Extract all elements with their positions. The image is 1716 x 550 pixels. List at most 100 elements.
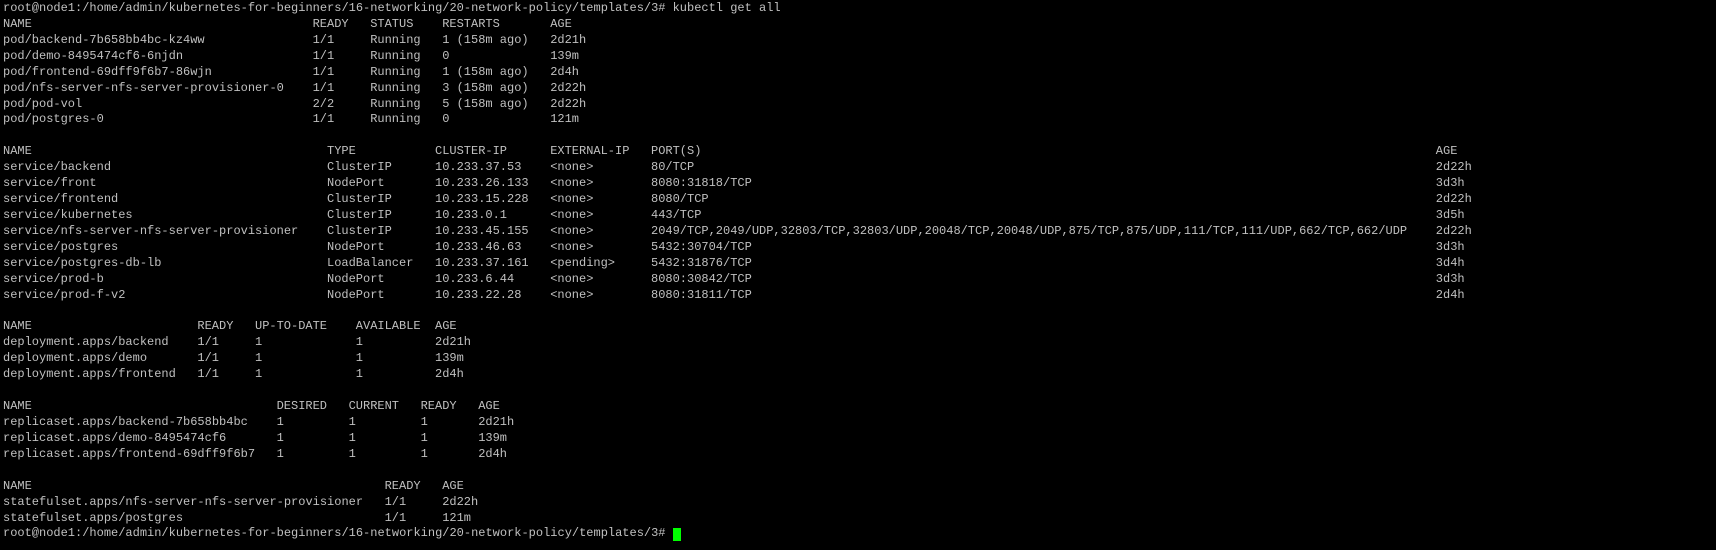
statefulsets-table-cell: 121m [442, 510, 471, 525]
services-table-cell: 10.233.26.133 [435, 176, 529, 191]
services-table-cell: <pending> [550, 255, 615, 270]
services-table-cell: NodePort [327, 239, 385, 254]
shell-prompt: root@node1:/home/admin/kubernetes-for-be… [3, 1, 666, 15]
services-table-cell: 2049/TCP,2049/UDP,32803/TCP,32803/UDP,20… [651, 223, 1408, 238]
services-table-cell: 10.233.37.161 [435, 255, 529, 270]
services-table-cell: 10.233.46.63 [435, 239, 522, 254]
deployments-table-row: deployment.apps/backend 1/1 1 1 2d21h [3, 335, 1716, 351]
services-table-cell: 443/TCP [651, 207, 702, 222]
pods-table-cell: Running [370, 64, 421, 79]
services-table-row: service/postgres NodePort 10.233.46.63 <non… [3, 240, 1716, 256]
services-table-cell: 8080:31811/TCP [651, 287, 752, 302]
terminal-window[interactable]: root@node1:/home/admin/kubernetes-for-be… [0, 0, 1716, 550]
services-table-cell: service/prod-f-v2 [3, 287, 126, 302]
services-table-cell: service/postgres-db-lb [3, 255, 162, 270]
services-table-row: service/front NodePort 10.233.26.133 <none>… [3, 176, 1716, 192]
services-table-cell: service/postgres [3, 239, 119, 254]
pods-table-cell: 1/1 [312, 112, 335, 127]
deployments-table-header-cell: AVAILABLE [355, 319, 421, 334]
pods-table-cell: pod/demo-8495474cf6-6njdn [3, 48, 184, 63]
services-table-cell: 5432:30704/TCP [651, 239, 752, 254]
services-table-header-cell: TYPE [327, 144, 356, 159]
pods-table-cell: 1/1 [312, 48, 335, 63]
pods-table-cell: Running [370, 32, 421, 47]
pods-table-cell: pod/pod-vol [3, 96, 83, 111]
pods-table-cell: 1/1 [312, 80, 335, 95]
pods-table-header-cell: AGE [550, 16, 572, 31]
pods-table-header-cell: READY [312, 16, 349, 31]
command-line: root@node1:/home/admin/kubernetes-for-be… [3, 1, 1716, 17]
services-table-cell: NodePort [327, 176, 385, 191]
pods-table-cell: 2d22h [550, 80, 587, 95]
replicasets-table-cell: 1 [276, 446, 284, 461]
entered-command: kubectl get all [672, 1, 781, 15]
services-table-cell: <none> [550, 239, 594, 254]
services-table-cell: service/kubernetes [3, 207, 133, 222]
replicasets-table-header-cell: AGE [478, 399, 500, 414]
pods-table-cell: pod/postgres-0 [3, 112, 104, 127]
pods-table-cell: 1/1 [312, 32, 335, 47]
services-table-cell: 80/TCP [651, 160, 695, 175]
services-table-header-row: NAME TYPE CLUSTER-IP EXTERNAL-IP PORT(S) AGE [3, 144, 1716, 160]
services-table-row: service/prod-b NodePort 10.233.6.44 <none> 8… [3, 272, 1716, 288]
pods-table-row: pod/backend-7b658bb4bc-kz4ww 1/1 Running 1 … [3, 33, 1716, 49]
deployments-table-header-cell: NAME [3, 319, 32, 334]
deployments-table-cell: 1 [255, 335, 263, 350]
pods-table-cell: 2d4h [550, 64, 579, 79]
statefulsets-table-header-cell: AGE [442, 478, 464, 493]
pods-table-cell: 121m [550, 112, 579, 127]
deployments-table-cell: 139m [435, 351, 464, 366]
services-table-cell: 3d4h [1435, 255, 1465, 270]
services-table-row: service/nfs-server-nfs-server-provisione… [3, 224, 1716, 240]
pods-table-row: pod/frontend-69dff9f6b7-86wjn 1/1 Running 1… [3, 65, 1716, 81]
services-table-cell: service/prod-b [3, 271, 104, 286]
pods-table-cell: 0 [442, 112, 450, 127]
services-table-cell: 10.233.15.228 [435, 192, 529, 207]
services-table-cell: 2d22h [1435, 223, 1472, 238]
pods-table-cell: Running [370, 112, 421, 127]
services-table-cell: 10.233.22.28 [435, 287, 522, 302]
pods-table-cell: pod/nfs-server-nfs-server-provisioner-0 [3, 80, 284, 95]
pods-table-cell: pod/backend-7b658bb4bc-kz4ww [3, 32, 205, 47]
services-table-row: service/postgres-db-lb LoadBalancer 10.233… [3, 256, 1716, 272]
services-table-header-cell: EXTERNAL-IP [550, 144, 630, 159]
statefulsets-table-cell: statefulset.apps/nfs-server-nfs-server-p… [3, 494, 364, 509]
services-table-row: service/frontend ClusterIP 10.233.15.228 <n… [3, 192, 1716, 208]
services-table-cell: 10.233.0.1 [435, 207, 508, 222]
services-table-cell: 3d5h [1435, 207, 1465, 222]
deployments-table-cell: 1 [355, 335, 363, 350]
services-table-header-cell: AGE [1435, 144, 1458, 159]
deployments-table-cell: 1/1 [197, 351, 219, 366]
shell-prompt: root@node1:/home/admin/kubernetes-for-be… [3, 526, 666, 541]
services-table-header-cell: NAME [3, 144, 32, 159]
pods-table-cell: 1/1 [312, 64, 335, 79]
text-cursor[interactable] [672, 528, 681, 542]
replicasets-table-cell: 1 [420, 446, 428, 461]
services-table-cell: <none> [550, 192, 594, 207]
pods-table-cell: 2d22h [550, 96, 587, 111]
services-table-cell: service/frontend [3, 192, 119, 207]
services-table-cell: ClusterIP [327, 160, 392, 175]
statefulsets-table-cell: 1/1 [384, 510, 407, 525]
pods-table-header-cell: NAME [3, 16, 32, 31]
services-table-cell: <none> [550, 287, 594, 302]
services-table-row: service/kubernetes ClusterIP 10.233.0.1 <no… [3, 208, 1716, 224]
deployments-table-row: deployment.apps/frontend 1/1 1 1 2d4h [3, 367, 1716, 383]
services-table-cell: 8080:30842/TCP [651, 271, 752, 286]
pods-table-row: pod/demo-8495474cf6-6njdn 1/1 Running 0 139m [3, 49, 1716, 65]
pods-table-cell: 1 (158m ago) [442, 32, 529, 47]
services-table-cell: <none> [550, 271, 594, 286]
replicasets-table-cell: replicaset.apps/frontend-69dff9f6b7 [3, 446, 256, 461]
replicasets-table-cell: replicaset.apps/backend-7b658bb4bc [3, 414, 248, 429]
pods-table-cell: 0 [442, 48, 450, 63]
services-table-cell: 2d22h [1435, 192, 1472, 207]
deployments-table-cell: 1 [255, 351, 263, 366]
deployments-table-cell: deployment.apps/demo [3, 351, 148, 366]
services-table-cell: 10.233.37.53 [435, 160, 522, 175]
services-table-cell: <none> [550, 223, 594, 238]
deployments-table-header-cell: READY [197, 319, 234, 334]
statefulsets-table-header-row: NAME READY AGE [3, 479, 1716, 495]
services-table-cell: NodePort [327, 287, 385, 302]
